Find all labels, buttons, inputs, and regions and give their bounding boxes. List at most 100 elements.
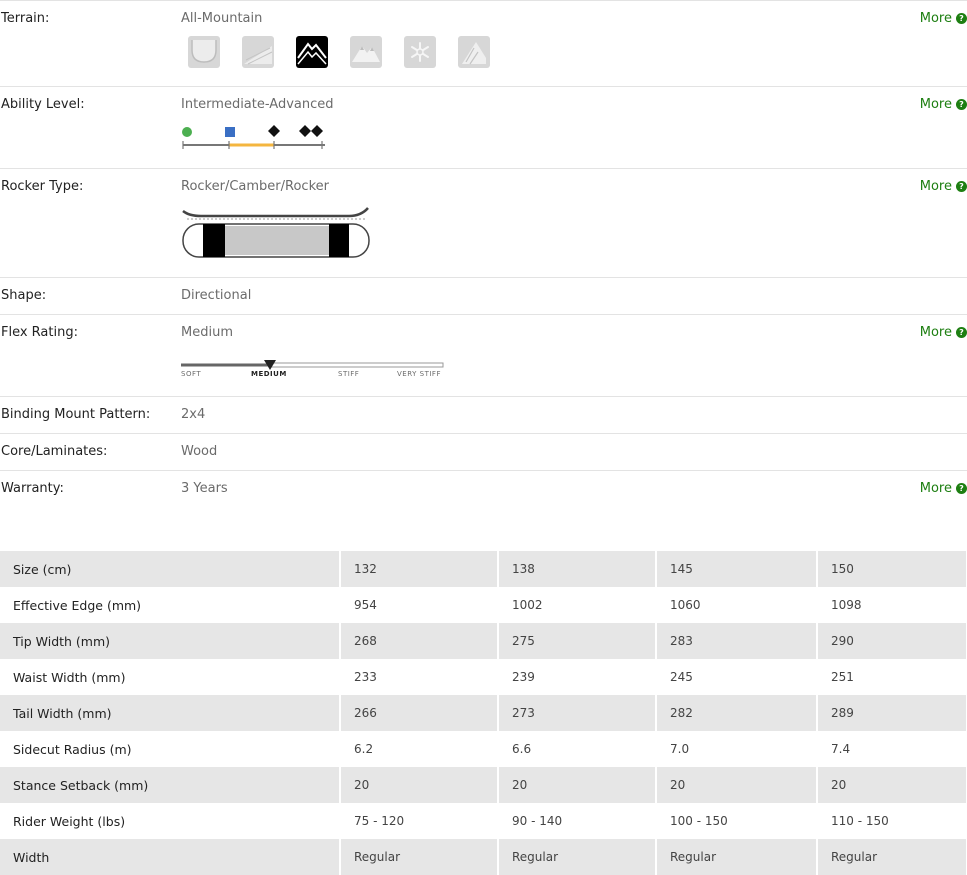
table-cell: 90 - 140 bbox=[498, 803, 657, 839]
table-cell: 100 - 150 bbox=[656, 803, 818, 839]
table-row-label: Sidecut Radius (m) bbox=[0, 731, 341, 767]
flex-label-very-stiff: VERY STIFF bbox=[397, 370, 441, 378]
spec-label: Flex Rating: bbox=[1, 325, 78, 340]
table-row: Width Regular Regular Regular Regular bbox=[0, 839, 967, 875]
table-cell: 7.0 bbox=[656, 731, 818, 767]
groomers-icon bbox=[458, 36, 490, 68]
more-label: More bbox=[919, 97, 952, 112]
more-link[interactable]: More? bbox=[920, 481, 967, 496]
table-cell: 110 - 150 bbox=[817, 803, 967, 839]
ability-level-scale bbox=[182, 125, 325, 149]
table-row-label: Tail Width (mm) bbox=[0, 695, 341, 731]
flex-label-medium: MEDIUM bbox=[251, 370, 287, 378]
help-icon: ? bbox=[956, 99, 967, 110]
spec-value: Intermediate-Advanced bbox=[181, 97, 334, 112]
more-label: More bbox=[919, 11, 952, 26]
terrain-icons bbox=[188, 36, 490, 68]
table-cell: 20 bbox=[656, 767, 818, 803]
spec-value: Wood bbox=[181, 444, 218, 459]
advanced-diamond-icon bbox=[268, 125, 280, 137]
help-icon: ? bbox=[956, 483, 967, 494]
expert-double-diamond-icon bbox=[299, 125, 323, 137]
table-row-label: Waist Width (mm) bbox=[0, 659, 341, 695]
rocker-profile-diagram bbox=[182, 207, 370, 258]
all-mountain-icon bbox=[296, 36, 328, 68]
spec-label: Ability Level: bbox=[1, 97, 85, 112]
table-cell: 268 bbox=[340, 623, 499, 659]
more-label: More bbox=[919, 481, 952, 496]
table-cell: Regular bbox=[340, 839, 499, 875]
table-cell: 6.2 bbox=[340, 731, 499, 767]
flex-label-soft: SOFT bbox=[181, 370, 202, 378]
profile-line bbox=[182, 207, 369, 218]
spec-label: Binding Mount Pattern: bbox=[1, 407, 151, 422]
table-cell: 289 bbox=[817, 695, 967, 731]
table-cell: 20 bbox=[817, 767, 967, 803]
table-cell: 1002 bbox=[498, 587, 657, 623]
spec-row-shape: Shape: Directional bbox=[0, 277, 967, 314]
table-cell: 245 bbox=[656, 659, 818, 695]
table-row: Size (cm) 132 138 145 150 bbox=[0, 551, 967, 587]
spec-value: Rocker/Camber/Rocker bbox=[181, 179, 329, 194]
table-cell: 233 bbox=[340, 659, 499, 695]
table-row: Stance Setback (mm) 20 20 20 20 bbox=[0, 767, 967, 803]
spec-value: All-Mountain bbox=[181, 11, 263, 26]
help-icon: ? bbox=[956, 181, 967, 192]
table-cell: 266 bbox=[340, 695, 499, 731]
spec-value: Medium bbox=[181, 325, 233, 340]
more-link[interactable]: More? bbox=[920, 179, 967, 194]
table-cell: 75 - 120 bbox=[340, 803, 499, 839]
spec-value: 2x4 bbox=[181, 407, 206, 422]
spec-label: Terrain: bbox=[1, 11, 50, 26]
table-cell: 20 bbox=[340, 767, 499, 803]
table-row-label: Effective Edge (mm) bbox=[0, 587, 341, 623]
table-cell: 273 bbox=[498, 695, 657, 731]
table-cell: Regular bbox=[498, 839, 657, 875]
table-row: Sidecut Radius (m) 6.2 6.6 7.0 7.4 bbox=[0, 731, 967, 767]
tail-contact bbox=[329, 224, 349, 257]
table-cell: Regular bbox=[817, 839, 967, 875]
help-icon: ? bbox=[956, 327, 967, 338]
table-cell: 283 bbox=[656, 623, 818, 659]
flex-label-stiff: STIFF bbox=[338, 370, 360, 378]
table-cell: 145 bbox=[656, 551, 818, 587]
camber-zone bbox=[225, 226, 329, 255]
table-cell: 20 bbox=[498, 767, 657, 803]
more-link[interactable]: More? bbox=[920, 97, 967, 112]
table-cell: 1098 bbox=[817, 587, 967, 623]
more-label: More bbox=[919, 179, 952, 194]
intermediate-square-icon bbox=[225, 127, 235, 137]
spec-row-ability: Ability Level: Intermediate-Advanced Mor… bbox=[0, 86, 967, 168]
freeride-icon bbox=[242, 36, 274, 68]
spec-row-warranty: Warranty: 3 Years More? bbox=[0, 470, 967, 507]
table-row: Tip Width (mm) 268 275 283 290 bbox=[0, 623, 967, 659]
backcountry-icon bbox=[350, 36, 382, 68]
table-cell: 290 bbox=[817, 623, 967, 659]
more-link[interactable]: More? bbox=[920, 11, 967, 26]
beginner-circle-icon bbox=[182, 127, 192, 137]
table-cell: 132 bbox=[340, 551, 499, 587]
table-row-label: Stance Setback (mm) bbox=[0, 767, 341, 803]
spec-value: 3 Years bbox=[181, 481, 228, 496]
table-cell: 150 bbox=[817, 551, 967, 587]
table-row-label: Width bbox=[0, 839, 341, 875]
spec-row-flex: Flex Rating: Medium More? bbox=[0, 314, 967, 396]
table-row-label: Rider Weight (lbs) bbox=[0, 803, 341, 839]
specs-section: Terrain: All-Mountain More? Ability Leve… bbox=[0, 0, 967, 507]
table-row-label: Tip Width (mm) bbox=[0, 623, 341, 659]
table-cell: 1060 bbox=[656, 587, 818, 623]
more-link[interactable]: More? bbox=[920, 325, 967, 340]
table-row: Effective Edge (mm) 954 1002 1060 1098 bbox=[0, 587, 967, 623]
table-row: Waist Width (mm) 233 239 245 251 bbox=[0, 659, 967, 695]
powder-icon bbox=[404, 36, 436, 68]
table-row: Rider Weight (lbs) 75 - 120 90 - 140 100 - … bbox=[0, 803, 967, 839]
spec-label: Core/Laminates: bbox=[1, 444, 108, 459]
size-table: Size (cm) 132 138 145 150 Effective Edge (mm)… bbox=[0, 551, 967, 875]
table-cell: 138 bbox=[498, 551, 657, 587]
table-cell: 954 bbox=[340, 587, 499, 623]
table-row-label: Size (cm) bbox=[0, 551, 341, 587]
tip-contact bbox=[203, 224, 225, 257]
spec-label: Shape: bbox=[1, 288, 47, 303]
spec-value: Directional bbox=[181, 288, 252, 303]
table-cell: 275 bbox=[498, 623, 657, 659]
